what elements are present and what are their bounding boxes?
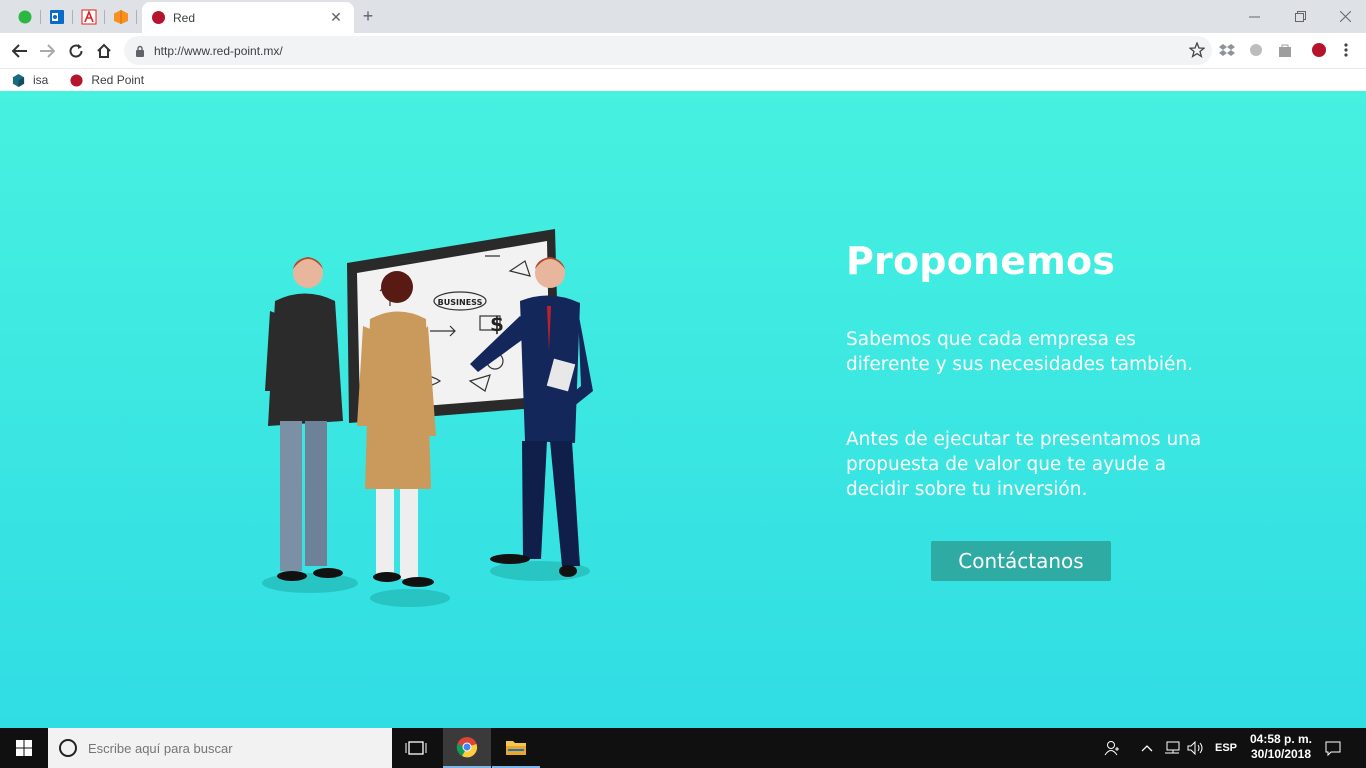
chrome-icon: [456, 737, 478, 758]
close-window-button[interactable]: [1322, 0, 1366, 32]
taskbar-search[interactable]: [48, 728, 392, 768]
address-bar[interactable]: [124, 36, 1212, 65]
dropbox-extension[interactable]: [1218, 41, 1236, 59]
people-button[interactable]: [1100, 728, 1124, 768]
tab-strip: Red ✕ +: [0, 0, 1366, 33]
box-icon: [114, 9, 128, 24]
svg-text:$: $: [490, 312, 504, 336]
restore-button[interactable]: [1277, 0, 1323, 32]
browser-toolbar: [0, 33, 1366, 69]
pinned-tab-outlook[interactable]: [41, 4, 73, 29]
clock-date: 30/10/2018: [1250, 747, 1312, 761]
home-button[interactable]: [90, 37, 118, 65]
network-icon: [1165, 741, 1180, 754]
circle-extension[interactable]: [1247, 41, 1265, 59]
folder-icon: [506, 741, 526, 755]
network-button[interactable]: [1161, 728, 1183, 768]
bookmark-star-button[interactable]: [1188, 41, 1206, 59]
man-dark-suit-figure: [265, 257, 343, 581]
speaker-icon: [1187, 741, 1203, 755]
bookmark-isa[interactable]: isa: [12, 73, 48, 87]
language-indicator[interactable]: ESP: [1211, 728, 1241, 768]
tab-red-point[interactable]: Red ✕: [142, 2, 354, 33]
bookmark-label: Red Point: [91, 73, 145, 87]
taskbar-chrome[interactable]: [443, 728, 491, 768]
outlook-icon: [50, 9, 64, 24]
bookmarks-bar: isa Red Point: [0, 69, 1366, 91]
chevron-up-icon: [1141, 745, 1153, 752]
redpoint-icon: [152, 11, 165, 24]
home-icon: [97, 43, 111, 58]
pinned-tab-box[interactable]: [105, 4, 137, 29]
close-tab-icon[interactable]: ✕: [328, 9, 344, 26]
gray-circle-icon: [1250, 44, 1262, 56]
reload-icon: [69, 44, 83, 58]
page-content: BUSINESS $ Proponemos Sabemos que cada e…: [0, 91, 1366, 728]
windows-taskbar: ESP 04:58 p. m. 30/10/2018: [0, 728, 1366, 768]
page-title: Proponemos: [846, 239, 1116, 283]
star-icon: [1189, 42, 1205, 58]
whatsapp-icon: [18, 10, 32, 23]
contact-button[interactable]: Contáctanos: [931, 541, 1111, 581]
people-icon: [1104, 741, 1119, 756]
bag-extension[interactable]: [1276, 41, 1294, 59]
redpoint-profile-icon: [1312, 43, 1326, 57]
menu-button[interactable]: [1337, 41, 1355, 59]
url-input[interactable]: [154, 43, 1212, 58]
restore-icon: [1294, 10, 1306, 22]
clock-time: 04:58 p. m.: [1249, 732, 1313, 746]
shopping-bag-icon: [1279, 44, 1291, 57]
kebab-menu-icon: [1344, 43, 1348, 57]
back-button[interactable]: [6, 37, 34, 65]
start-button[interactable]: [0, 728, 48, 768]
new-tab-button[interactable]: +: [359, 6, 377, 27]
taskbar-search-input[interactable]: [88, 740, 388, 756]
action-center-button[interactable]: [1320, 728, 1346, 768]
task-view-icon: [405, 741, 427, 755]
minimize-button[interactable]: [1231, 0, 1277, 32]
hexagon-icon: [12, 73, 25, 87]
reload-button[interactable]: [62, 37, 90, 65]
bookmark-label: isa: [33, 73, 49, 87]
show-hidden-icons-button[interactable]: [1137, 728, 1157, 768]
minimize-icon: [1248, 16, 1260, 17]
tab-title: Red: [173, 10, 196, 25]
adobe-icon: [81, 9, 97, 24]
profile-button[interactable]: [1310, 41, 1328, 59]
task-view-button[interactable]: [392, 728, 440, 768]
notification-icon: [1325, 741, 1341, 756]
windows-logo-icon: [16, 740, 32, 756]
bookmark-red-point[interactable]: Red Point: [70, 73, 144, 87]
pinned-tab-adobe[interactable]: [73, 4, 105, 29]
forward-button[interactable]: [33, 37, 61, 65]
forward-arrow-icon: [40, 44, 55, 58]
proposal-paragraph: Antes de ejecutar te presentamos una pro…: [846, 429, 1202, 500]
close-icon: [1339, 10, 1351, 22]
volume-button[interactable]: [1185, 728, 1207, 768]
intro-paragraph: Sabemos que cada empresa es diferente y …: [846, 329, 1193, 375]
redpoint-icon: [70, 73, 83, 87]
illustration-label: BUSINESS: [438, 298, 483, 307]
dropbox-icon: [1219, 44, 1235, 56]
taskbar-clock[interactable]: 04:58 p. m. 30/10/2018: [1244, 732, 1318, 762]
pinned-tab-whatsapp[interactable]: [9, 4, 41, 29]
cortana-circle-icon: [59, 739, 77, 757]
business-meeting-illustration: BUSINESS $: [262, 229, 593, 607]
back-arrow-icon: [12, 44, 27, 58]
info-lock-icon: [136, 45, 144, 57]
taskbar-file-explorer[interactable]: [492, 728, 540, 768]
